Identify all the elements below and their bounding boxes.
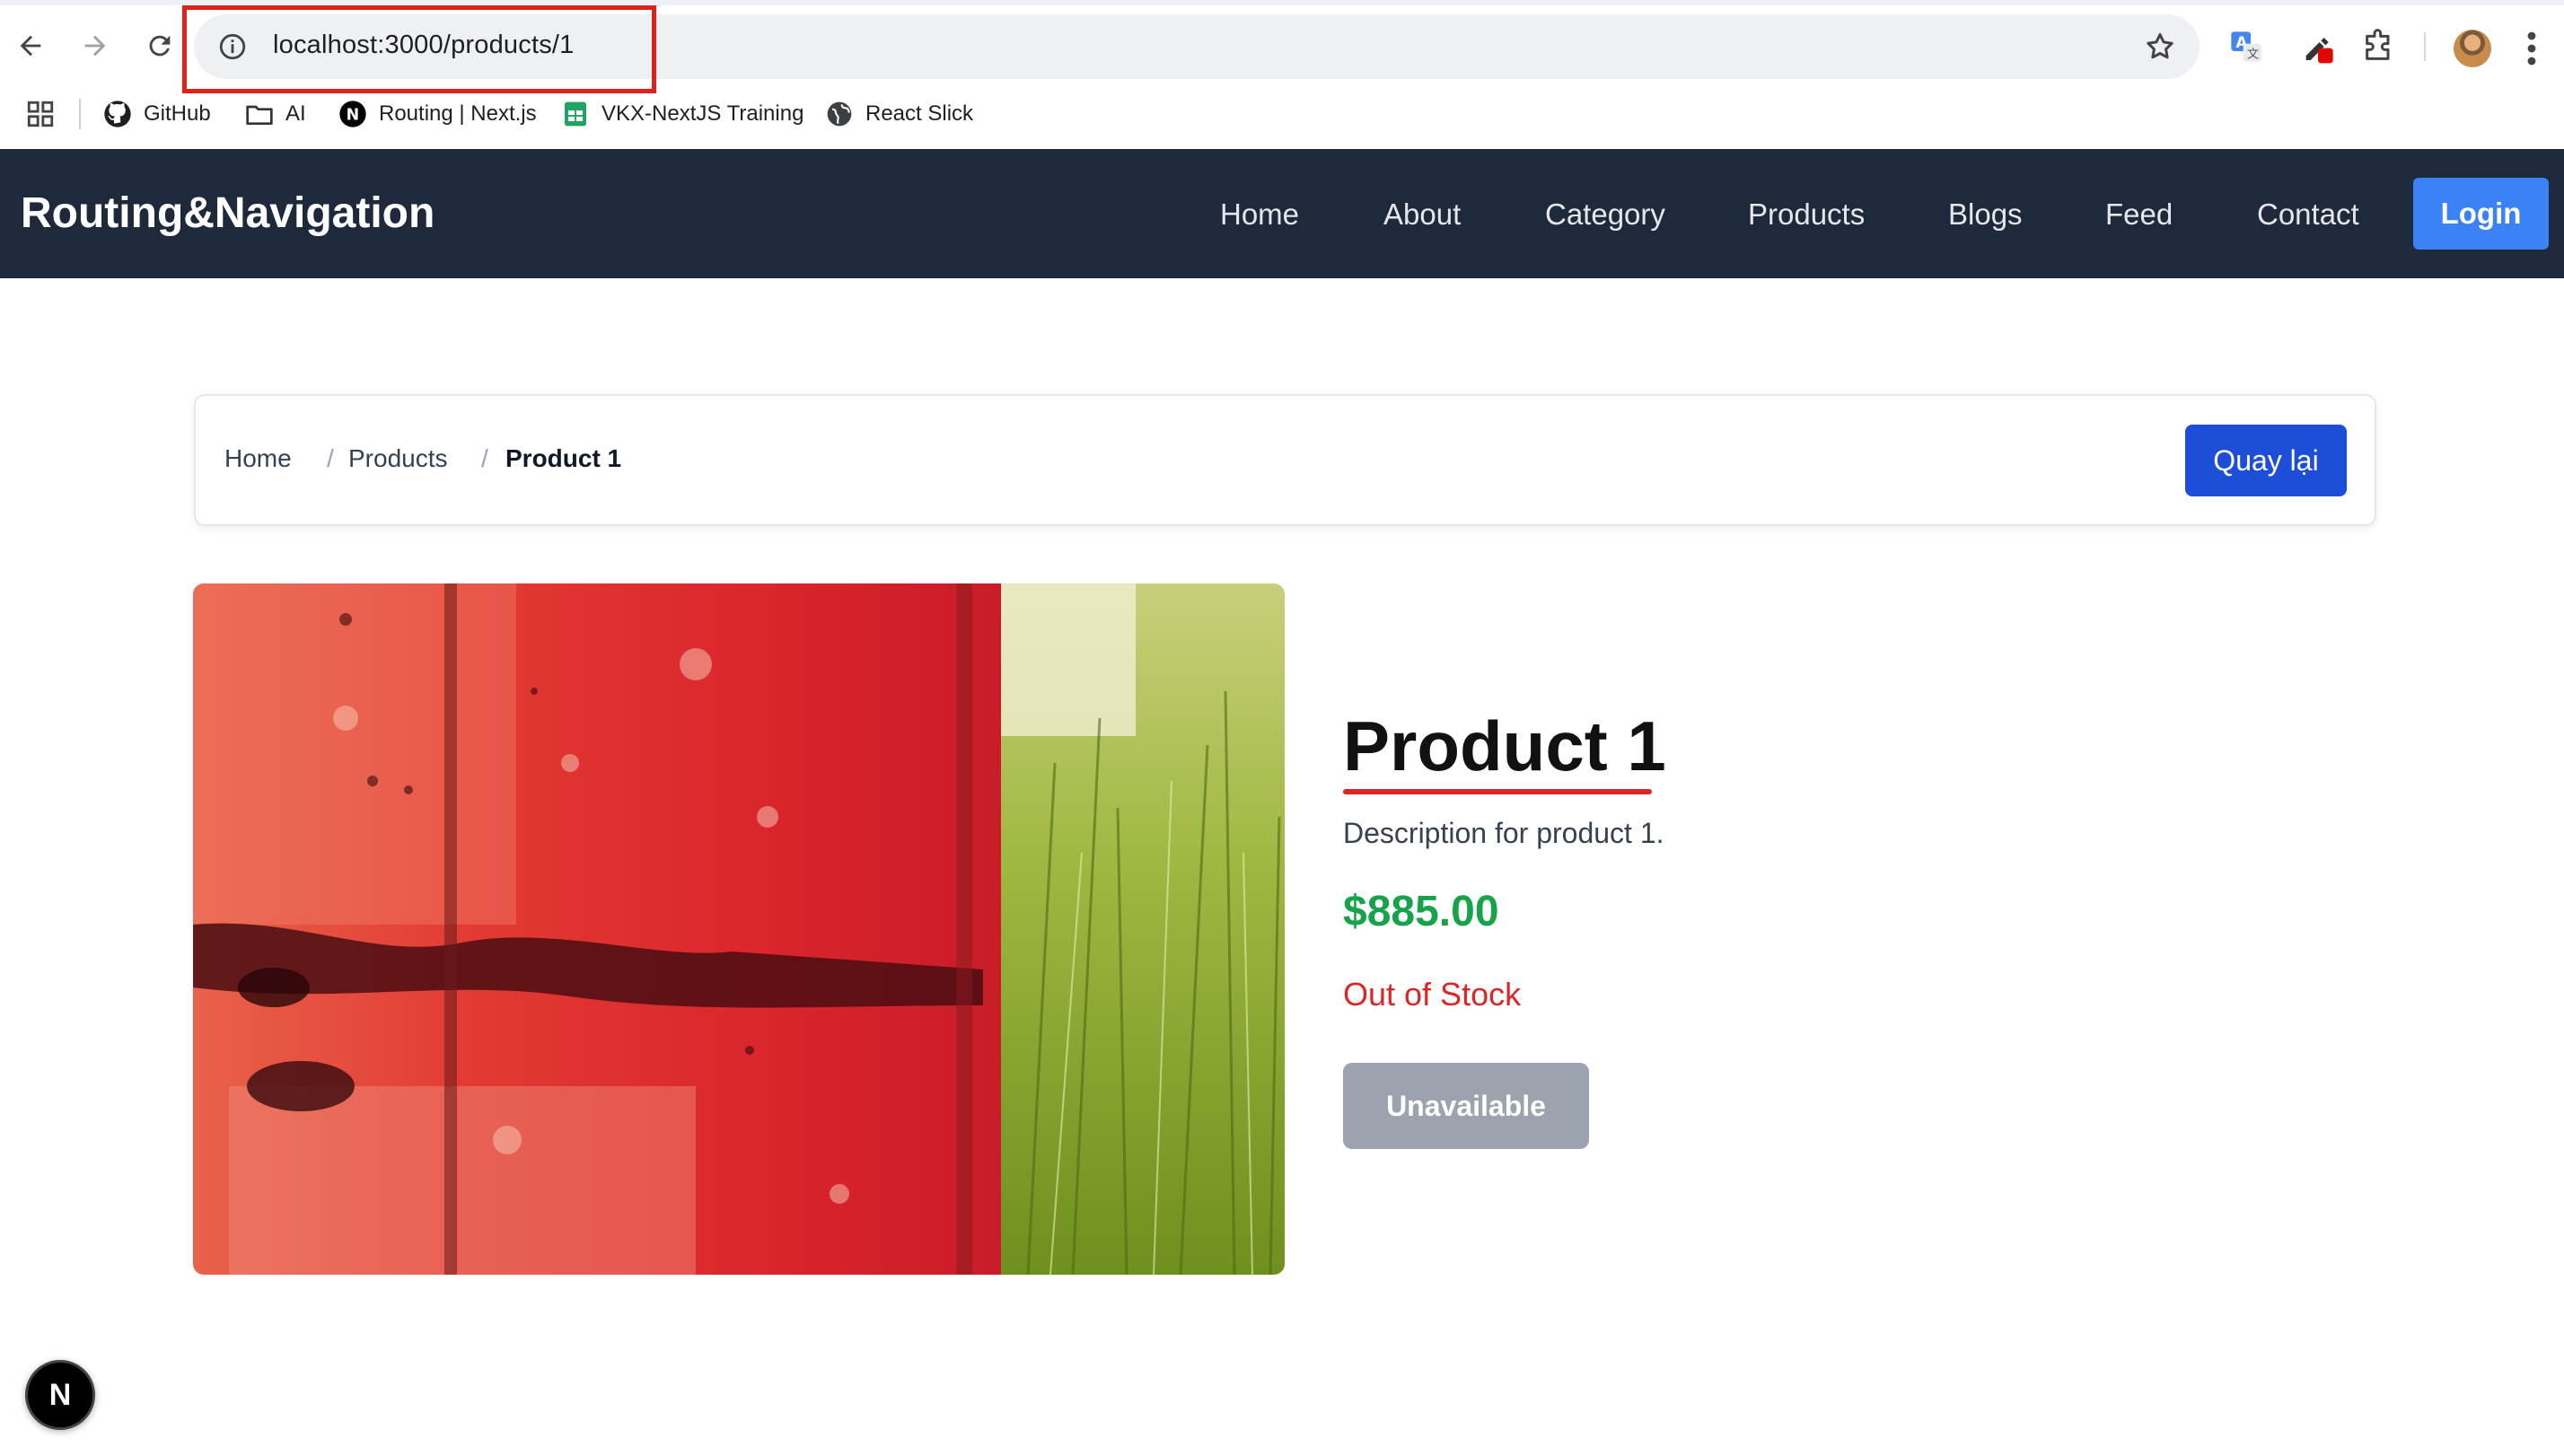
nextjs-devtools-badge[interactable]: N bbox=[25, 1360, 95, 1430]
site-navbar: Routing&Navigation Home About Category P… bbox=[0, 149, 2564, 278]
bookmarks-divider bbox=[79, 99, 81, 129]
bookmark-vkx-training[interactable]: VKX-NextJS Training bbox=[560, 93, 803, 135]
title-underline bbox=[1343, 789, 1652, 794]
translate-extension-icon[interactable]: A文 bbox=[2228, 29, 2264, 65]
nav-contact[interactable]: Contact bbox=[2257, 197, 2359, 232]
nextjs-icon: N bbox=[338, 99, 368, 129]
browser-toolbar: localhost:3000/products/1 A文 bbox=[0, 5, 2564, 93]
globe-icon bbox=[824, 99, 855, 129]
bookmark-github[interactable]: GitHub bbox=[102, 93, 211, 135]
nav-blogs[interactable]: Blogs bbox=[1948, 197, 2023, 232]
svg-text:文: 文 bbox=[2247, 48, 2259, 62]
unavailable-button[interactable]: Unavailable bbox=[1343, 1063, 1589, 1149]
browser-chrome: localhost:3000/products/1 A文 GitHub AI N… bbox=[0, 0, 2564, 149]
nav-products[interactable]: Products bbox=[1748, 197, 1865, 232]
pen-extension-icon[interactable] bbox=[2300, 29, 2336, 65]
back-button[interactable]: Quay lại bbox=[2185, 425, 2347, 496]
back-icon[interactable] bbox=[5, 21, 56, 71]
bookmark-routing-nextjs[interactable]: N Routing | Next.js bbox=[338, 93, 537, 135]
svg-text:N: N bbox=[347, 107, 360, 125]
bookmark-star-icon[interactable] bbox=[2144, 31, 2176, 63]
bookmarks-bar: GitHub AI N Routing | Next.js VKX-NextJS… bbox=[0, 86, 2564, 149]
bookmark-folder-ai[interactable]: AI bbox=[244, 93, 306, 135]
nav-home[interactable]: Home bbox=[1220, 197, 1299, 232]
apps-grid-icon[interactable] bbox=[25, 99, 56, 129]
breadcrumb-current: Product 1 bbox=[505, 444, 622, 472]
bookmark-label: GitHub bbox=[144, 101, 211, 126]
product-description: Description for product 1. bbox=[1343, 817, 1664, 849]
folder-icon bbox=[244, 99, 275, 129]
github-icon bbox=[102, 99, 133, 129]
breadcrumb-separator: / bbox=[327, 444, 334, 472]
breadcrumb: Home / Products / Product 1 Quay lại bbox=[194, 394, 2376, 526]
bookmark-label: React Slick bbox=[865, 101, 974, 126]
product-price: $885.00 bbox=[1343, 888, 1499, 935]
extensions-puzzle-icon[interactable] bbox=[2361, 29, 2397, 65]
breadcrumb-separator: / bbox=[481, 444, 488, 472]
profile-avatar[interactable] bbox=[2454, 30, 2491, 67]
brand-logo[interactable]: Routing&Navigation bbox=[21, 189, 435, 238]
bookmark-label: VKX-NextJS Training bbox=[601, 101, 804, 126]
bookmark-label: Routing | Next.js bbox=[379, 101, 537, 126]
url-text[interactable]: localhost:3000/products/1 bbox=[273, 31, 575, 60]
forward-icon[interactable] bbox=[70, 21, 120, 71]
sheets-icon bbox=[560, 99, 591, 129]
bookmark-react-slick[interactable]: React Slick bbox=[824, 93, 973, 135]
nav-feed[interactable]: Feed bbox=[2105, 197, 2173, 232]
site-info-icon[interactable] bbox=[217, 31, 248, 62]
browser-menu-icon[interactable] bbox=[2526, 31, 2537, 66]
toolbar-divider bbox=[2424, 32, 2426, 61]
breadcrumb-home[interactable]: Home bbox=[224, 444, 292, 473]
product-title: Product 1 bbox=[1343, 706, 1666, 785]
address-bar[interactable]: localhost:3000/products/1 bbox=[194, 14, 2200, 79]
nav-category[interactable]: Category bbox=[1545, 197, 1665, 232]
page: localhost:3000/products/1 A文 GitHub AI N… bbox=[0, 0, 2564, 1456]
breadcrumb-products[interactable]: Products bbox=[348, 444, 448, 473]
nav-about[interactable]: About bbox=[1383, 197, 1461, 232]
login-button[interactable]: Login bbox=[2413, 178, 2549, 250]
reload-icon[interactable] bbox=[135, 21, 185, 71]
bookmark-label: AI bbox=[285, 101, 306, 126]
product-image bbox=[193, 583, 1285, 1275]
stock-status: Out of Stock bbox=[1343, 976, 1522, 1013]
